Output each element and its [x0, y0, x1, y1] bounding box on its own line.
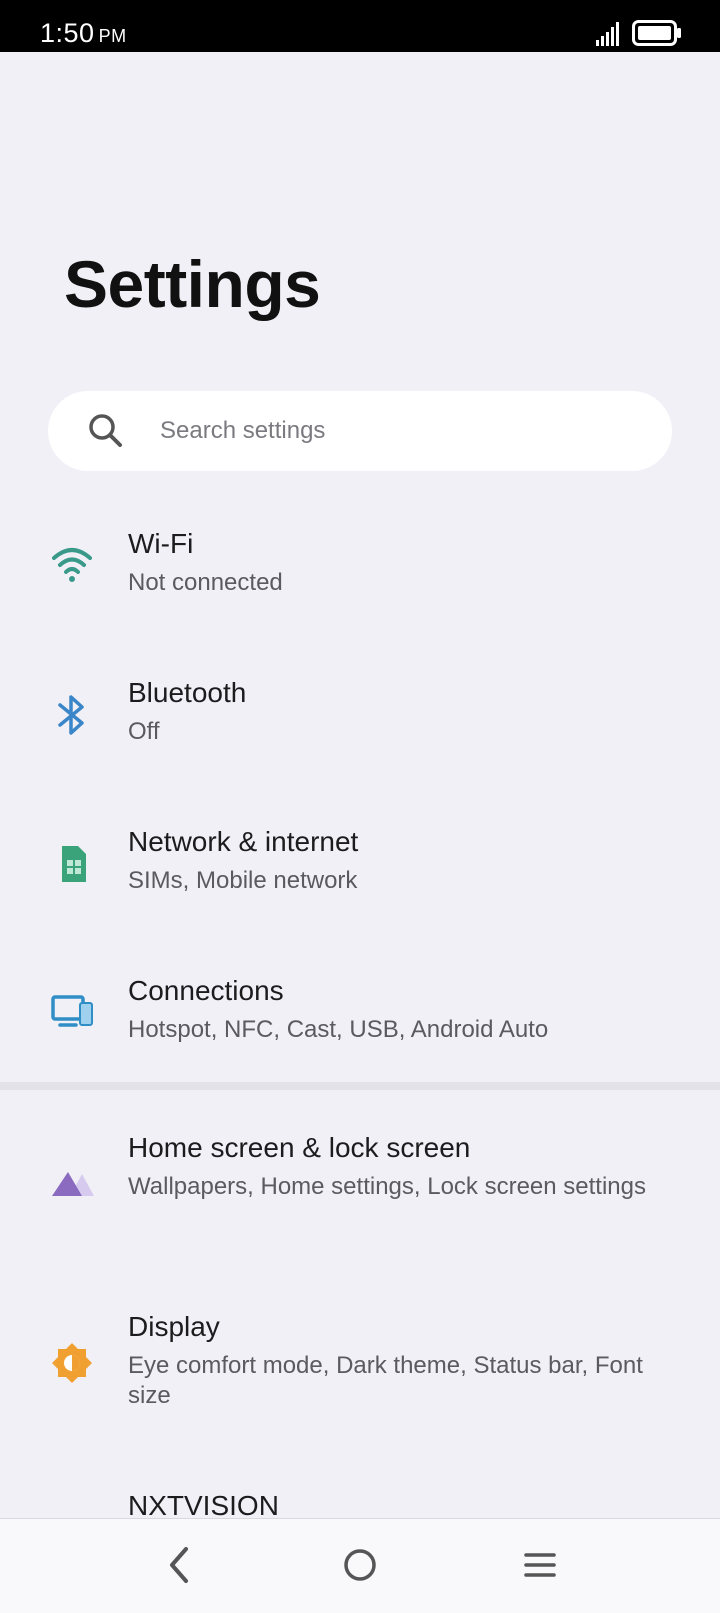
status-time-value: 1:50 — [40, 18, 95, 48]
search-input[interactable]: Search settings — [160, 417, 325, 445]
navigation-bar — [0, 1518, 720, 1613]
settings-item-subtitle: SIMs, Mobile network — [128, 867, 358, 894]
settings-item-title: Bluetooth — [128, 677, 247, 708]
settings-item-title: Connections — [128, 975, 284, 1006]
sim-card-icon — [62, 846, 86, 882]
wallpaper-icon — [52, 1172, 94, 1196]
status-time: 1:50 PM — [40, 18, 127, 49]
settings-item-title: Display — [128, 1311, 220, 1342]
bluetooth-icon — [58, 695, 84, 735]
brightness-icon — [52, 1343, 92, 1383]
search-icon — [89, 414, 122, 447]
search-bar[interactable]: Search settings — [48, 391, 672, 471]
page-title: Settings — [64, 247, 321, 321]
settings-item-subtitle: Off — [128, 718, 160, 745]
menu-icon[interactable] — [518, 1541, 562, 1589]
settings-item-title: Network & internet — [128, 826, 359, 857]
battery-icon — [632, 20, 681, 46]
back-icon[interactable] — [160, 1541, 200, 1589]
section-divider — [0, 1082, 720, 1090]
status-time-ampm: PM — [98, 26, 127, 46]
home-icon[interactable] — [340, 1541, 380, 1589]
wifi-icon — [52, 548, 92, 582]
signal-icon — [596, 22, 619, 46]
devices-icon — [51, 995, 93, 1027]
status-bar: 1:50 PM — [0, 0, 720, 52]
settings-item-title: Wi-Fi — [128, 528, 194, 559]
settings-item-subtitle: Hotspot, NFC, Cast, USB, Android Auto — [128, 1016, 549, 1043]
settings-item-subtitle: Wallpapers, Home settings, Lock screen s… — [128, 1173, 647, 1200]
settings-item-subtitle: Eye comfort mode, Dark theme, Status bar… — [128, 1352, 643, 1409]
settings-item-subtitle: Not connected — [128, 569, 283, 596]
settings-item-title: Home screen & lock screen — [128, 1132, 471, 1163]
